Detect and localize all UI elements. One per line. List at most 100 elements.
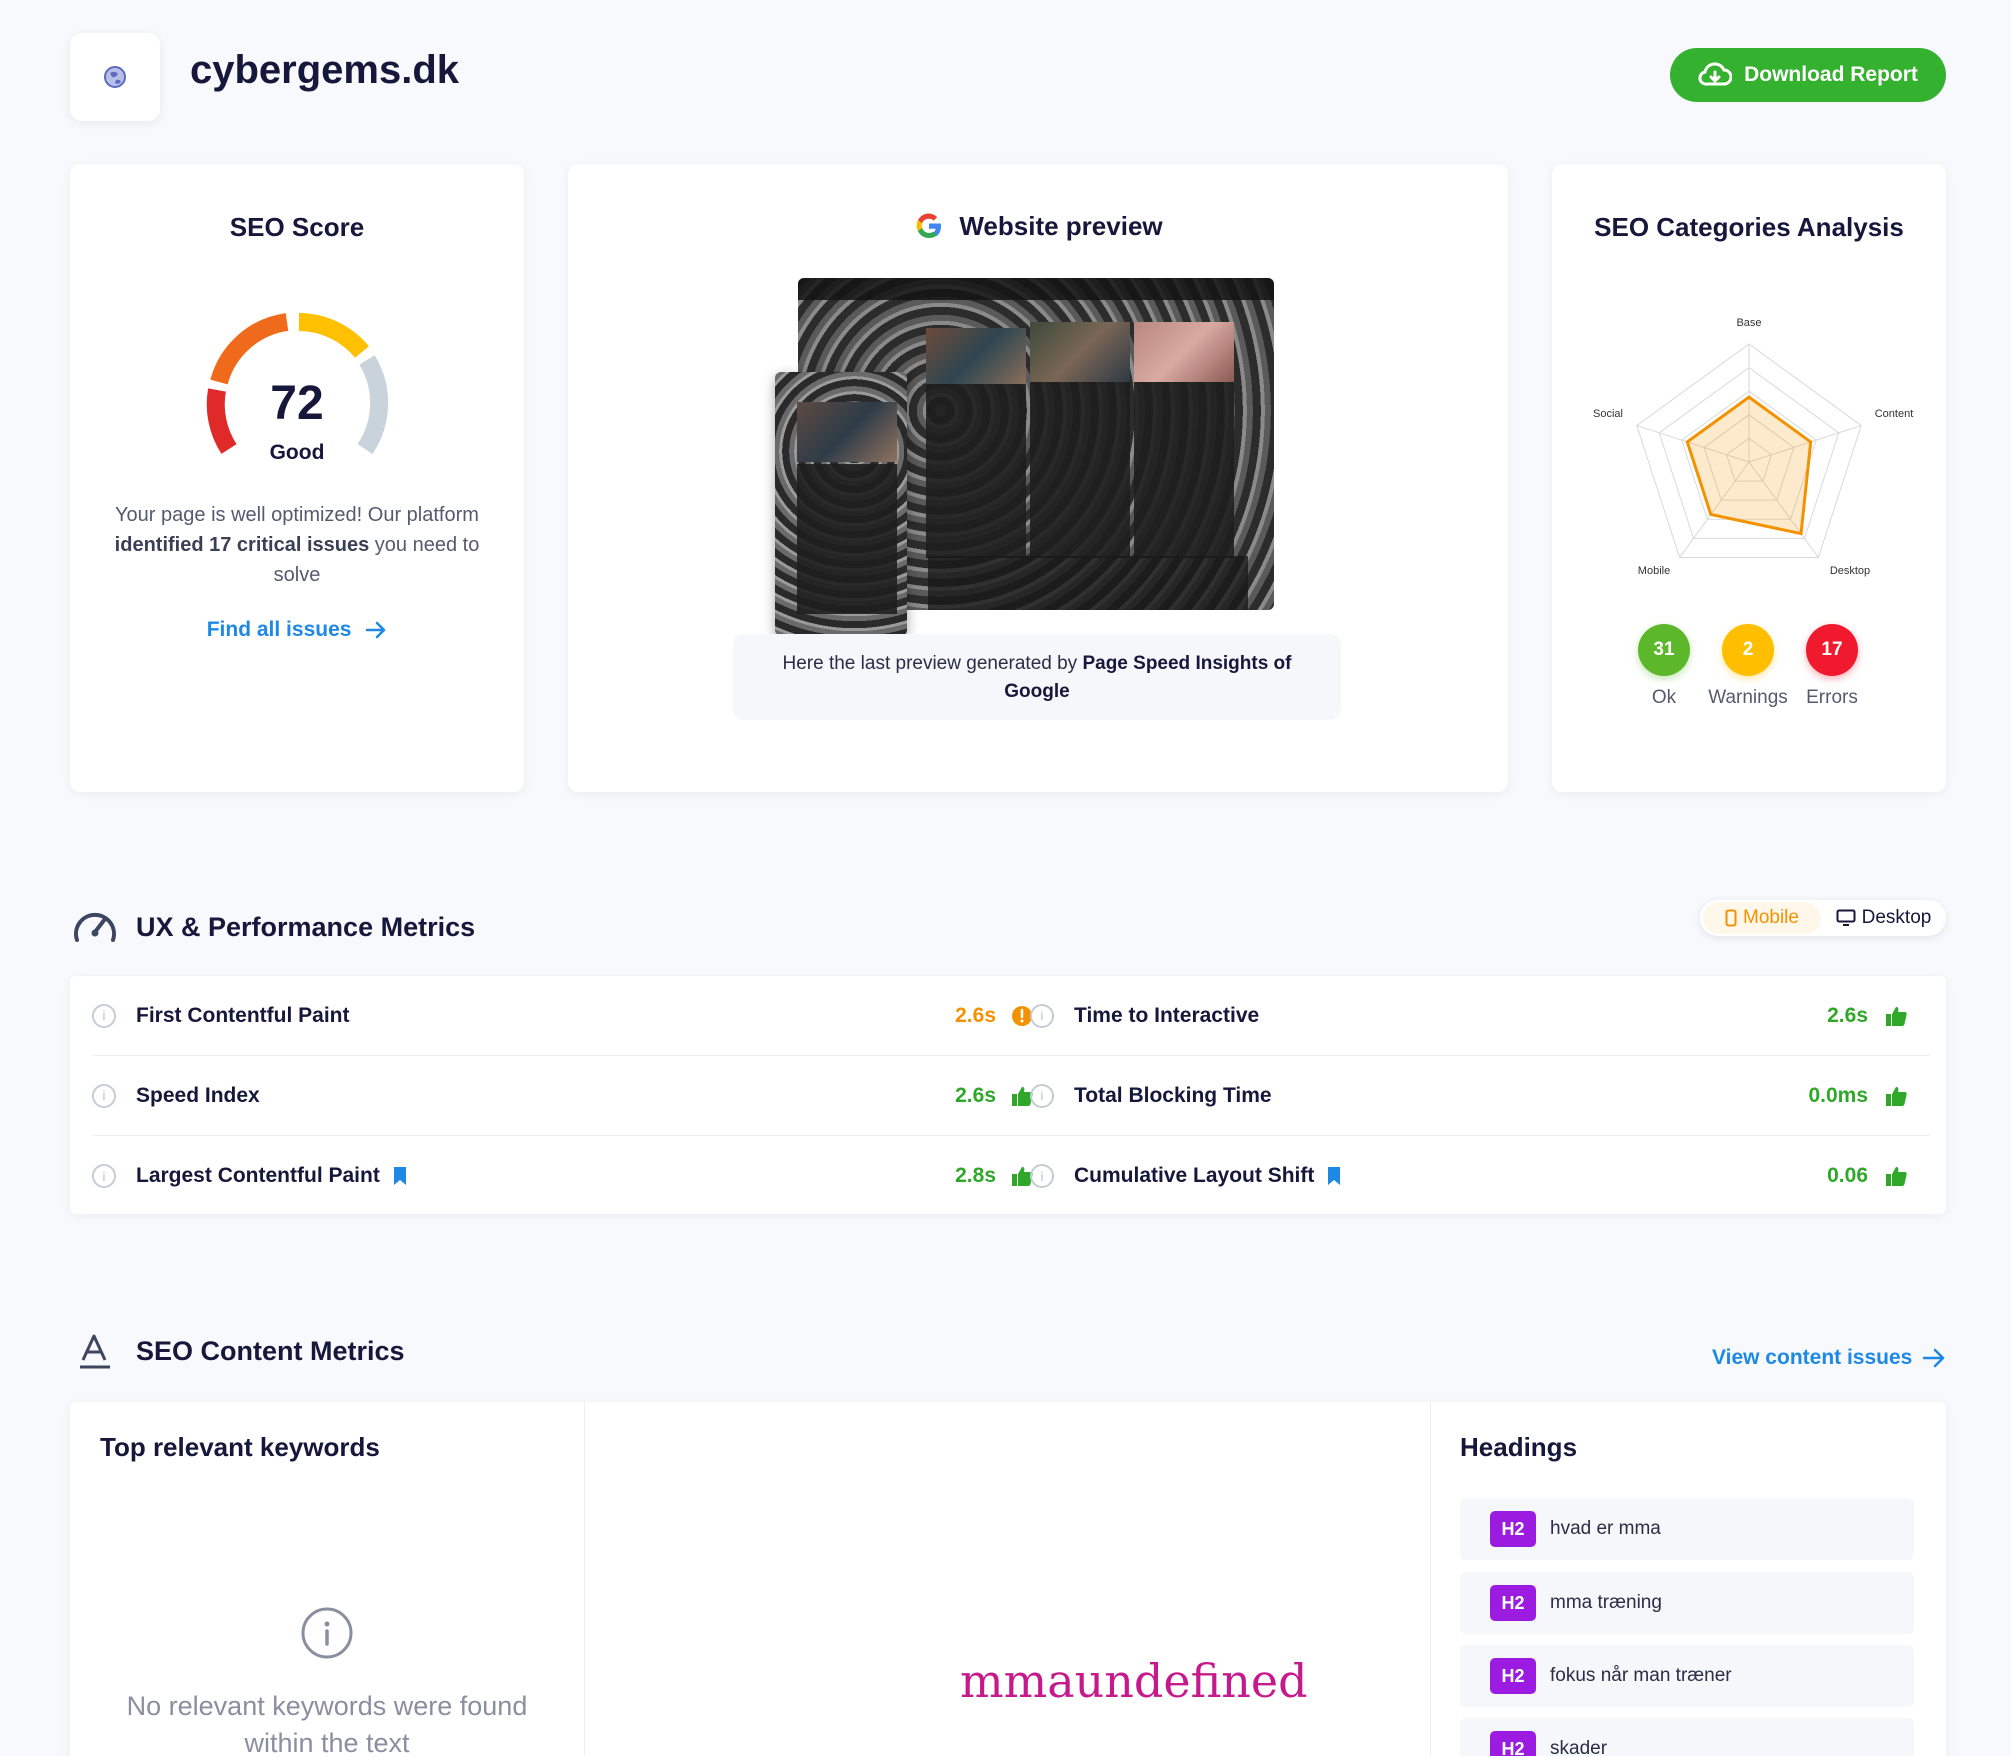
keywords-title: Top relevant keywords <box>100 1432 380 1462</box>
score-description: Your page is well optimized! Our platfor… <box>100 500 494 590</box>
radar-axis-content: Content <box>1875 408 1914 420</box>
info-icon[interactable]: i <box>92 1083 116 1108</box>
metric-row-cls: i Cumulative Layout Shift 0.06 <box>1030 1136 1930 1216</box>
metric-label: Total Blocking Time <box>1074 1083 1272 1107</box>
ux-metrics-card: i First Contentful Paint 2.6s i Speed In… <box>70 976 1946 1214</box>
metric-row-tbt: i Total Blocking Time 0.0ms <box>1030 1056 1930 1136</box>
ux-metrics-title: UX & Performance Metrics <box>136 912 476 942</box>
preview-caption: Here the last preview generated by Page … <box>733 634 1341 720</box>
speedometer-icon <box>74 912 116 942</box>
categories-radar-chart: Base Content Desktop Mobile Social <box>1593 317 1914 577</box>
info-circle-icon <box>301 1607 353 1659</box>
heading-item: H2 skader <box>1460 1718 1914 1756</box>
view-content-issues-link[interactable]: View content issues <box>1712 1346 1946 1370</box>
seo-content-title: SEO Content Metrics <box>136 1336 405 1366</box>
no-keywords-message: No relevant keywords were found within t… <box>126 1691 528 1756</box>
toggle-desktop[interactable]: Desktop <box>1821 907 1946 929</box>
screenshot-column <box>1134 322 1234 558</box>
heading-item: H2 hvad er mma <box>1460 1498 1914 1560</box>
metric-value: 2.6s <box>955 1083 996 1107</box>
bookmark-icon <box>1328 1167 1341 1185</box>
metric-value: 0.06 <box>1827 1164 1868 1187</box>
seo-score-rating: Good <box>269 441 325 464</box>
site-favicon-box <box>70 33 160 121</box>
toggle-desktop-label: Desktop <box>1861 907 1932 928</box>
metric-label: First Contentful Paint <box>136 1003 350 1027</box>
metric-row-lcp: i Largest Contentful Paint 2.8s <box>92 1136 1052 1216</box>
heading-text: mma træning <box>1550 1592 1662 1613</box>
seo-categories-card: SEO Categories Analysis Base Content Des… <box>1552 164 1946 792</box>
seo-score-card: SEO Score 72 Good Your page is well opti… <box>70 164 524 792</box>
column-divider <box>584 1402 585 1756</box>
mobile-icon <box>1725 909 1737 927</box>
google-icon <box>916 213 942 239</box>
mobile-screenshot <box>775 372 907 636</box>
warnings-count-badge: 2 <box>1722 624 1774 676</box>
info-icon[interactable]: i <box>92 1164 116 1188</box>
errors-count-badge: 17 <box>1806 624 1858 676</box>
ok-count-badge: 31 <box>1638 624 1690 676</box>
screenshot-column <box>1030 322 1130 558</box>
cloud-download-icon <box>1698 62 1733 86</box>
preview-header: Website preview <box>568 210 1508 242</box>
toggle-mobile[interactable]: Mobile <box>1703 902 1821 934</box>
screenshot-image <box>797 402 897 462</box>
info-icon[interactable]: i <box>92 1003 116 1028</box>
screenshot-image <box>926 328 1026 384</box>
thumbs-up-icon <box>1886 1167 1907 1186</box>
thumbs-up-icon <box>1886 1086 1907 1106</box>
screenshot-image <box>1134 322 1234 382</box>
screenshot-column <box>926 328 1026 558</box>
find-all-issues-link[interactable]: Find all issues <box>70 618 524 642</box>
heading-tag-badge: H2 <box>1490 1585 1536 1621</box>
device-toggle: Mobile Desktop <box>1700 900 1946 936</box>
seo-score-title: SEO Score <box>229 212 365 242</box>
thumbs-up-icon <box>1886 1006 1907 1026</box>
radar-axis-desktop: Desktop <box>1830 565 1870 577</box>
heading-text: hvad er mma <box>1550 1518 1661 1539</box>
heading-tag-badge: H2 <box>1490 1511 1536 1547</box>
find-all-issues-label: Find all issues <box>206 618 352 641</box>
radar-axis-social: Social <box>1593 408 1623 420</box>
metric-label: Largest Contentful Paint <box>136 1164 380 1187</box>
arrow-right-icon <box>1923 1348 1945 1368</box>
view-content-issues-label: View content issues <box>1712 1346 1913 1369</box>
screenshot-image <box>1030 322 1130 382</box>
heading-item: H2 fokus når man træner <box>1460 1645 1914 1707</box>
metric-row-si: i Speed Index 2.6s <box>92 1056 1052 1136</box>
seo-score-value: 72 <box>270 377 324 430</box>
metric-label: Speed Index <box>136 1083 260 1107</box>
screenshot-footer <box>928 556 1248 610</box>
metric-value: 2.6s <box>1827 1003 1868 1027</box>
metric-value: 2.6s <box>955 1003 996 1027</box>
seo-content-card: Top relevant keywords No relevant keywor… <box>70 1402 1946 1756</box>
score-description-bold: identified 17 critical issues <box>114 534 370 556</box>
metric-label: Time to Interactive <box>1074 1003 1260 1027</box>
info-icon[interactable]: i <box>1030 1164 1054 1188</box>
website-preview-card: Website preview Here the last preview ge… <box>568 164 1508 792</box>
heading-text: fokus når man træner <box>1550 1665 1732 1686</box>
info-icon[interactable]: i <box>1030 1003 1054 1028</box>
metric-row-tti: i Time to Interactive 2.6s <box>1030 976 1930 1056</box>
bookmark-icon <box>393 1167 406 1185</box>
metric-row-fcp: i First Contentful Paint 2.6s <box>92 976 1052 1056</box>
heading-text: skader <box>1550 1738 1608 1756</box>
score-description-part: Your page is well optimized! Our platfor… <box>115 504 479 526</box>
preview-caption-text: Here the last preview generated by <box>782 653 1083 674</box>
screenshot-column <box>797 464 897 614</box>
website-preview-title: Website preview <box>959 210 1163 241</box>
download-report-label: Download Report <box>1744 63 1918 86</box>
heading-item: H2 mma træning <box>1460 1572 1914 1634</box>
info-icon[interactable]: i <box>1030 1083 1054 1108</box>
metric-value: 0.0ms <box>1808 1083 1868 1107</box>
toggle-mobile-label: Mobile <box>1743 907 1799 928</box>
radar-axis-mobile: Mobile <box>1638 565 1670 577</box>
desktop-icon <box>1836 909 1856 926</box>
column-divider <box>1430 1402 1431 1756</box>
heading-tag-badge: H2 <box>1490 1731 1536 1756</box>
arrow-right-icon <box>366 622 386 639</box>
wordcloud-word: mmaundefined <box>960 1654 1308 1708</box>
errors-label: Errors <box>1806 687 1858 708</box>
download-report-button[interactable]: Download Report <box>1670 48 1946 102</box>
metric-value: 2.8s <box>955 1164 996 1187</box>
